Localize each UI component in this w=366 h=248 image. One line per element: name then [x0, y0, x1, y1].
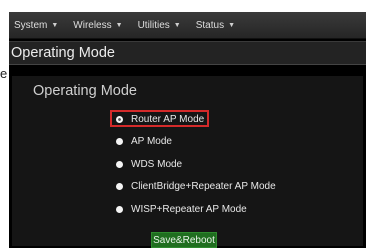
page-edge-text: e	[0, 66, 8, 81]
selection-highlight-box	[110, 110, 209, 127]
radio-label: AP Mode	[131, 135, 172, 147]
menu-utilities[interactable]: Utilities ▼	[138, 20, 181, 31]
section-title: Operating Mode	[33, 83, 137, 99]
menu-wireless[interactable]: Wireless ▼	[73, 20, 122, 31]
menu-status[interactable]: Status ▼	[196, 20, 235, 31]
radio-unselected-icon[interactable]	[116, 160, 123, 168]
chevron-down-icon: ▼	[51, 21, 59, 29]
menu-wireless-label: Wireless	[73, 19, 112, 31]
radio-label: ClientBridge+Repeater AP Mode	[131, 180, 276, 192]
radio-unselected-icon[interactable]	[116, 137, 123, 145]
menu-system[interactable]: System ▼	[14, 20, 58, 31]
menu-system-label: System	[14, 19, 48, 31]
radio-unselected-icon[interactable]	[116, 182, 123, 190]
radio-ap-mode[interactable]: AP Mode	[116, 133, 172, 149]
chevron-down-icon: ▼	[173, 21, 181, 29]
radio-clientbridge-repeater-ap-mode[interactable]: ClientBridge+Repeater AP Mode	[116, 178, 276, 194]
radio-wisp-repeater-ap-mode[interactable]: WISP+Repeater AP Mode	[116, 201, 247, 217]
radio-label: WISP+Repeater AP Mode	[131, 203, 247, 215]
radio-unselected-icon[interactable]	[116, 205, 123, 213]
chevron-down-icon: ▼	[228, 21, 236, 29]
operating-mode-panel: Operating Mode Router AP Mode AP Mode WD…	[12, 76, 363, 248]
router-admin-window: System ▼ Wireless ▼ Utilities ▼ Status ▼…	[9, 12, 366, 248]
radio-label: WDS Mode	[131, 158, 183, 170]
menu-status-label: Status	[195, 19, 225, 31]
menu-utilities-label: Utilities	[137, 19, 170, 31]
page-title-bar: Operating Mode	[9, 41, 366, 65]
top-menu-bar: System ▼ Wireless ▼ Utilities ▼ Status ▼	[9, 12, 366, 39]
radio-wds-mode[interactable]: WDS Mode	[116, 156, 182, 172]
chevron-down-icon: ▼	[115, 21, 123, 29]
page-title: Operating Mode	[11, 45, 115, 61]
save-reboot-button[interactable]: Save&Reboot	[151, 232, 217, 248]
